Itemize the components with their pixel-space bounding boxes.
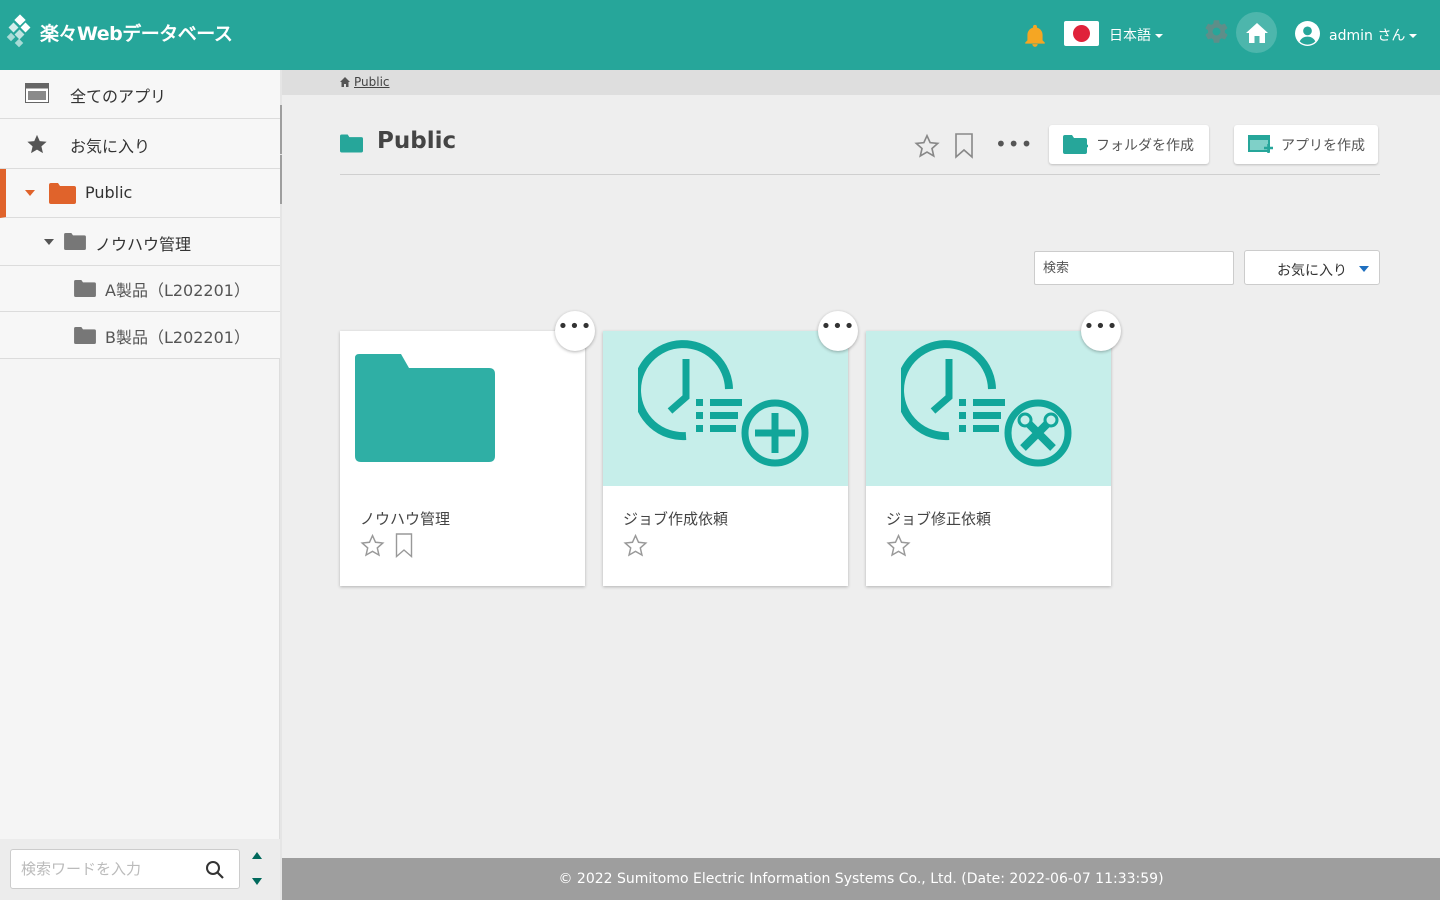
star-icon <box>27 134 47 154</box>
bell-icon[interactable] <box>1022 23 1048 49</box>
star-outline-icon[interactable] <box>886 533 911 558</box>
sidebar-item-public[interactable]: Public <box>0 169 280 218</box>
sidebar-item-label: お気に入り <box>70 137 151 156</box>
folder-add-icon <box>1063 135 1088 154</box>
app-search <box>1034 251 1234 285</box>
folder-icon <box>74 327 96 344</box>
user-name-label: admin さん <box>1329 28 1406 44</box>
star-outline-icon[interactable] <box>360 533 385 558</box>
card-more-button[interactable]: ••• <box>818 311 858 351</box>
folder-icon <box>340 134 363 153</box>
clock-list-plus-icon <box>638 340 809 467</box>
sidebar-item-all-apps[interactable]: 全てのアプリ <box>0 70 280 119</box>
caret-down-icon <box>44 239 54 245</box>
breadcrumb-link-public[interactable]: Public <box>354 75 390 89</box>
app-card[interactable]: ノウハウ管理 <box>340 331 585 586</box>
app-header: 楽々Webデータベース 日本語 admin さん <box>0 0 1440 70</box>
card-title: ジョブ修正依頼 <box>886 510 992 528</box>
folder-icon <box>355 354 495 462</box>
user-avatar-icon[interactable] <box>1295 21 1320 46</box>
sidebar-item-label: ノウハウ管理 <box>95 235 192 254</box>
app-add-icon <box>1248 135 1273 153</box>
filter-dropdown[interactable]: お気に入り <box>1244 250 1380 285</box>
create-app-label: アプリを作成 <box>1281 138 1365 154</box>
title-divider <box>340 174 1380 175</box>
more-options-icon[interactable]: ••• <box>995 134 1032 156</box>
sidebar: 全てのアプリ お気に入り Public ノウハウ管理 A製品（L202201） … <box>0 70 280 900</box>
chevron-down-icon <box>1359 266 1369 272</box>
folder-icon <box>64 233 86 250</box>
folder-icon <box>74 280 96 297</box>
card-title: ジョブ作成依頼 <box>623 510 729 528</box>
gear-icon[interactable] <box>1203 18 1230 45</box>
scroll-up-icon[interactable] <box>251 851 263 861</box>
page-footer: © 2022 Sumitomo Electric Information Sys… <box>282 858 1440 900</box>
bookmark-outline-icon[interactable] <box>954 133 974 159</box>
logo-diamond-icon <box>6 14 31 48</box>
star-outline-icon[interactable] <box>623 533 648 558</box>
app-logo[interactable]: 楽々Webデータベース <box>6 14 233 50</box>
create-folder-label: フォルダを作成 <box>1096 138 1194 154</box>
filter-dropdown-value: お気に入り <box>1277 263 1347 279</box>
user-menu[interactable]: admin さん <box>1329 25 1418 45</box>
sidebar-item-label: Public <box>85 183 133 202</box>
sidebar-search-input[interactable] <box>11 850 191 888</box>
copyright-text: © 2022 Sumitomo Electric Information Sys… <box>558 871 1164 887</box>
sidebar-item-product-b[interactable]: B製品（L202201） <box>0 312 280 359</box>
home-button[interactable] <box>1236 12 1277 53</box>
card-title: ノウハウ管理 <box>360 510 451 528</box>
window-icon <box>25 83 49 103</box>
language-label: 日本語 <box>1109 28 1151 44</box>
sidebar-item-knowhow[interactable]: ノウハウ管理 <box>0 218 280 266</box>
logo-text: 楽々Webデータベース <box>40 22 233 45</box>
scroll-down-icon[interactable] <box>251 876 263 886</box>
card-more-button[interactable]: ••• <box>1081 311 1121 351</box>
japan-flag-icon[interactable] <box>1064 21 1099 46</box>
app-card[interactable]: ジョブ修正依頼 <box>866 331 1111 586</box>
app-search-input[interactable] <box>1035 252 1225 284</box>
app-card[interactable]: ジョブ作成依頼 <box>603 331 848 586</box>
star-outline-icon[interactable] <box>914 133 940 159</box>
home-icon <box>340 77 350 87</box>
create-app-button[interactable]: アプリを作成 <box>1234 125 1378 164</box>
breadcrumb <box>282 70 1440 95</box>
page-title: Public <box>377 128 457 154</box>
card-thumbnail <box>603 331 848 486</box>
sidebar-search <box>10 849 240 889</box>
folder-icon <box>49 183 76 204</box>
sidebar-item-product-a[interactable]: A製品（L202201） <box>0 266 280 312</box>
chevron-down-icon <box>1155 34 1163 38</box>
sidebar-item-label: 全てのアプリ <box>70 87 167 106</box>
language-selector[interactable]: 日本語 <box>1109 25 1163 45</box>
sidebar-item-favorites[interactable]: お気に入り <box>0 119 280 169</box>
card-more-button[interactable]: ••• <box>555 311 595 351</box>
clock-list-tools-icon <box>901 340 1072 467</box>
card-thumbnail <box>340 331 585 486</box>
search-icon[interactable] <box>205 860 225 880</box>
sidebar-item-label: A製品（L202201） <box>105 281 250 300</box>
home-icon <box>1245 22 1268 43</box>
card-thumbnail <box>866 331 1111 486</box>
create-folder-button[interactable]: フォルダを作成 <box>1049 125 1209 164</box>
caret-down-icon <box>25 190 35 196</box>
chevron-down-icon <box>1409 34 1418 38</box>
sidebar-item-label: B製品（L202201） <box>105 328 250 347</box>
bookmark-outline-icon[interactable] <box>395 533 413 558</box>
